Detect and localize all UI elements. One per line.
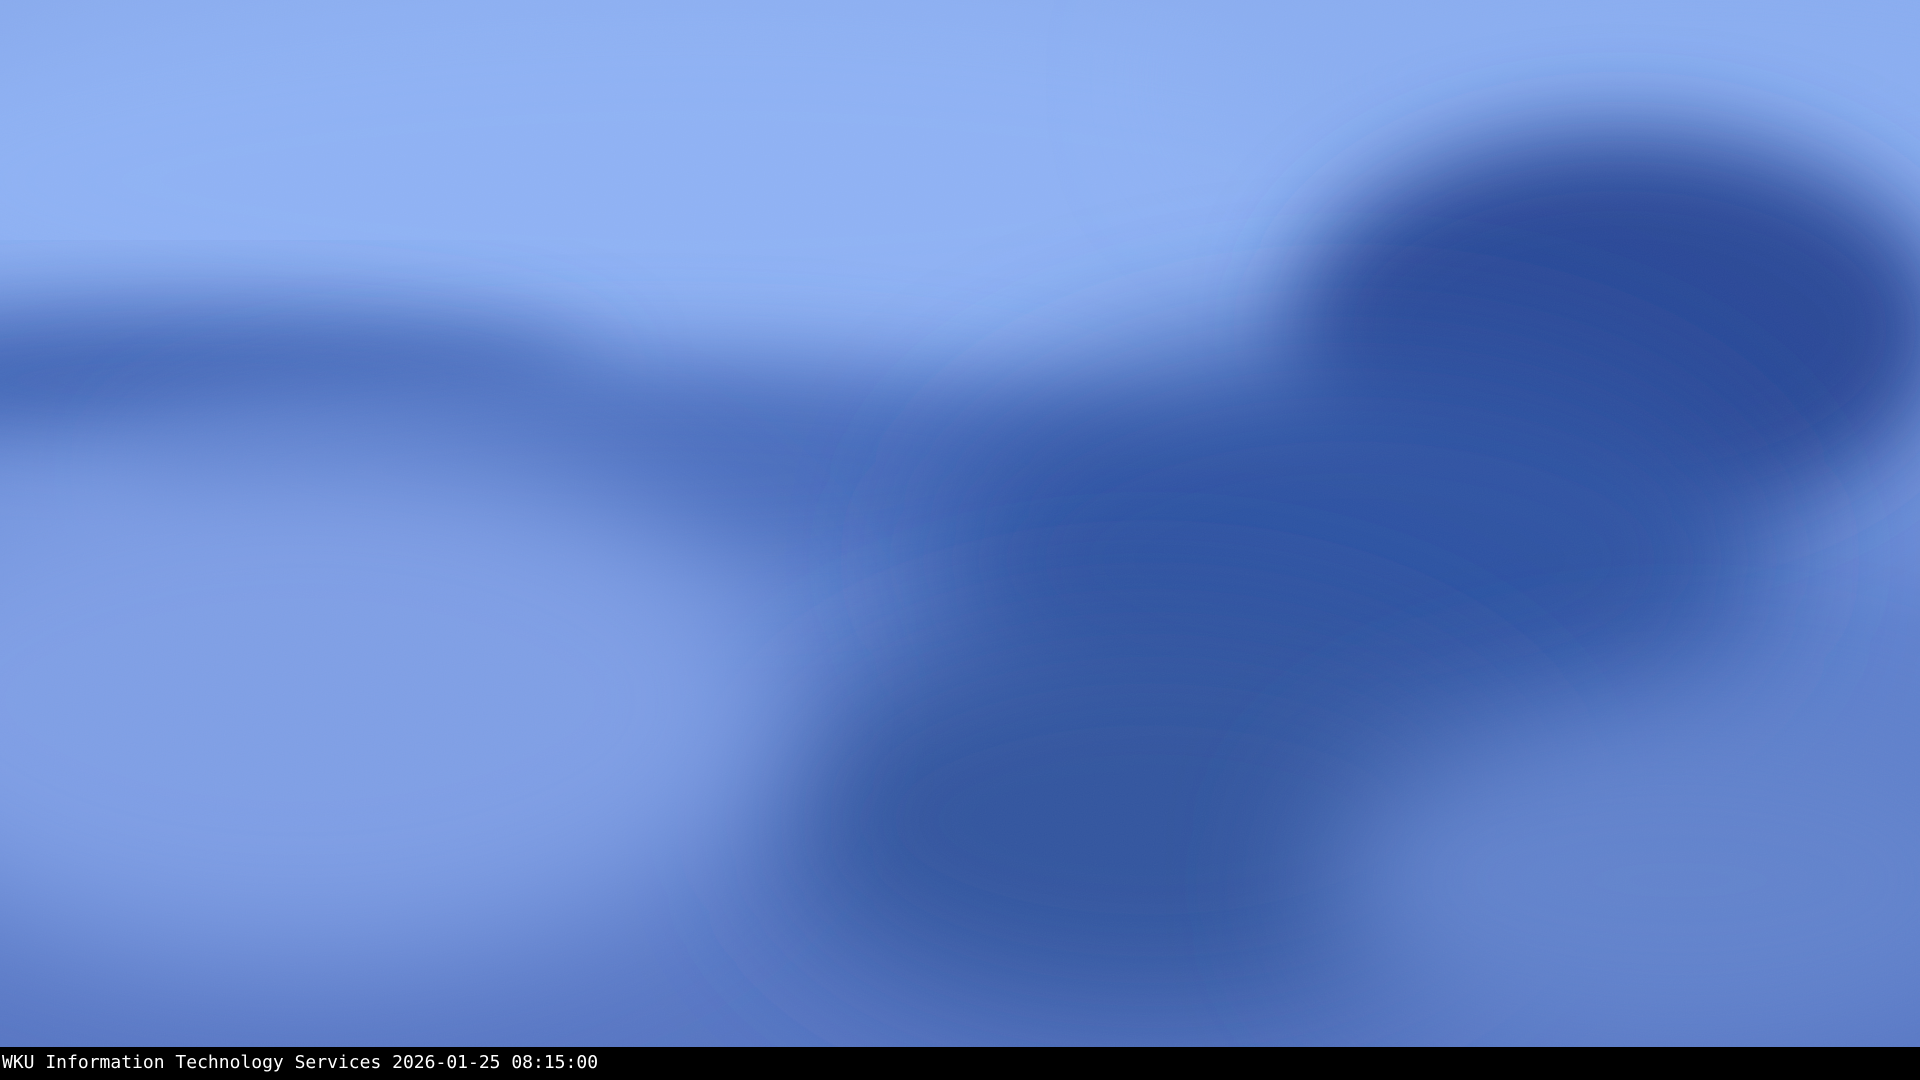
camera-caption: WKU Information Technology Services 2026… — [2, 1052, 599, 1073]
webcam-frame: WKU Information Technology Services 2026… — [0, 0, 1920, 1080]
sky-image — [0, 0, 1920, 1047]
film-grain — [0, 0, 1920, 1047]
cloud-layer — [0, 0, 1920, 1047]
